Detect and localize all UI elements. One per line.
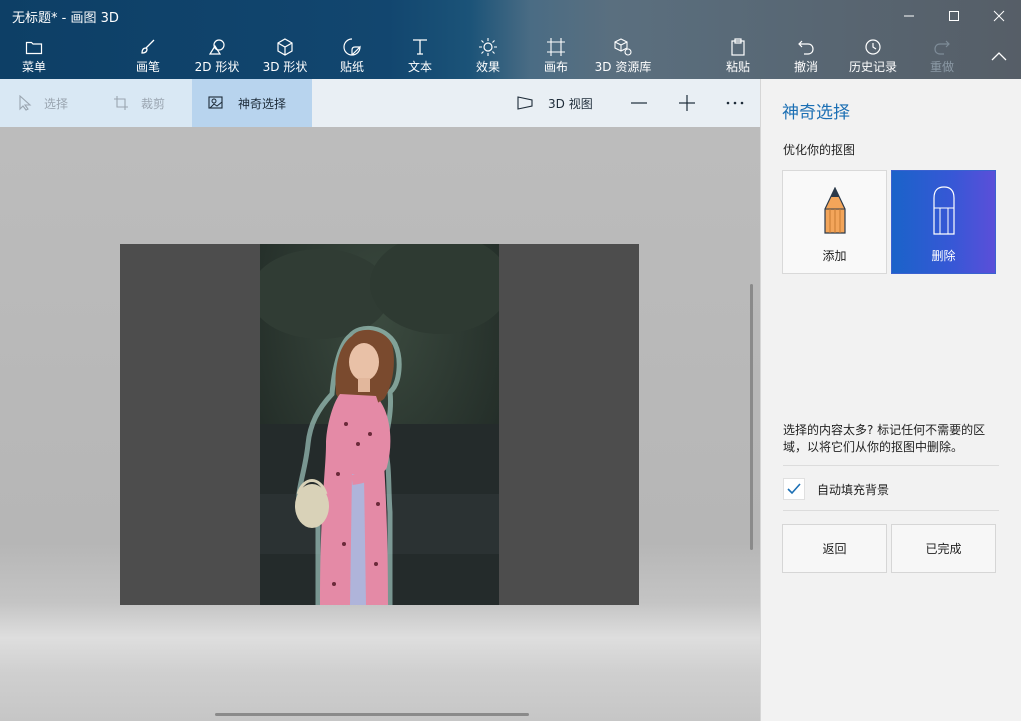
- canvas-icon: [546, 36, 566, 58]
- maximize-icon: [949, 11, 959, 21]
- shapes3d-label: 3D 形状: [262, 60, 308, 74]
- text-icon: [410, 36, 430, 58]
- history-button[interactable]: 历史记录: [846, 36, 900, 76]
- library-3d-icon: [613, 36, 633, 58]
- history-label: 历史记录: [848, 60, 897, 74]
- cursor-icon: [18, 95, 32, 111]
- select-tool[interactable]: 选择: [18, 79, 68, 127]
- window-title: 无标题* - 画图 3D: [12, 11, 119, 26]
- history-icon: [863, 36, 883, 58]
- paste-button[interactable]: 粘贴: [721, 36, 755, 76]
- shapes-2d-icon: [207, 36, 227, 58]
- magic-select-panel: 神奇选择 优化你的抠图 添加 删除 选择的内容太多? 标记任何不需要的区域，以将…: [760, 79, 1021, 721]
- crop-tool[interactable]: 裁剪: [113, 79, 165, 127]
- paste-icon: [728, 36, 748, 58]
- undo-icon: [796, 36, 816, 58]
- eraser-icon: [932, 185, 956, 237]
- pencil-icon: [823, 185, 847, 237]
- checkmark-icon: [787, 483, 801, 495]
- tool-3d-shapes[interactable]: 3D 形状: [261, 36, 309, 76]
- add-button[interactable]: 添加: [782, 170, 887, 274]
- cube-icon: [275, 36, 295, 58]
- photo-image[interactable]: [260, 244, 499, 605]
- sun-icon: [478, 36, 498, 58]
- magic-select-tool[interactable]: 神奇选择: [192, 79, 312, 127]
- autofill-label: 自动填充背景: [817, 482, 890, 497]
- more-button[interactable]: [726, 79, 744, 127]
- zoom-out-button[interactable]: [630, 79, 648, 127]
- menu-button[interactable]: 菜单: [18, 36, 50, 76]
- woman-portrait-image: [260, 244, 499, 605]
- back-button[interactable]: 返回: [782, 524, 887, 573]
- collapse-toolbar-button[interactable]: [976, 44, 1021, 68]
- remove-button[interactable]: 删除: [891, 170, 996, 274]
- autofill-checkbox-row[interactable]: 自动填充背景: [783, 478, 889, 500]
- effects-label: 效果: [475, 60, 500, 74]
- app-header: 无标题* - 画图 3D 菜单 画笔 2D 形状 3D 形状 贴纸 文本 效果 …: [0, 0, 1021, 79]
- tool-brushes[interactable]: 画笔: [128, 36, 168, 76]
- stickers-label: 贴纸: [339, 60, 364, 74]
- minimize-button[interactable]: [886, 4, 932, 28]
- divider: [783, 465, 999, 466]
- text-label: 文本: [407, 60, 432, 74]
- redo-button[interactable]: 重做: [925, 36, 959, 76]
- shapes2d-label: 2D 形状: [194, 60, 240, 74]
- crop-label: 裁剪: [141, 96, 166, 111]
- chevron-up-icon: [991, 52, 1007, 61]
- tool-3d-library[interactable]: 3D 资源库: [594, 36, 652, 76]
- tool-stickers[interactable]: 贴纸: [335, 36, 369, 76]
- library3d-label: 3D 资源库: [594, 60, 652, 74]
- zoom-in-button[interactable]: [678, 79, 696, 127]
- horizontal-scrollbar[interactable]: [215, 713, 529, 716]
- close-button[interactable]: [976, 4, 1021, 28]
- tool-2d-shapes[interactable]: 2D 形状: [193, 36, 241, 76]
- panel-subtitle: 优化你的抠图: [783, 143, 856, 157]
- folder-icon: [25, 36, 43, 58]
- panel-title: 神奇选择: [782, 103, 850, 123]
- sub-toolbar: 选择 裁剪 神奇选择 3D 视图: [0, 79, 760, 127]
- tool-canvas[interactable]: 画布: [539, 36, 573, 76]
- add-label: 添加: [822, 249, 847, 263]
- more-icon: [726, 101, 744, 105]
- view-3d-label: 3D 视图: [548, 96, 593, 111]
- undo-button[interactable]: 撤消: [789, 36, 823, 76]
- brushes-label: 画笔: [135, 60, 160, 74]
- vertical-scrollbar[interactable]: [750, 284, 753, 550]
- canvas-label: 画布: [543, 60, 568, 74]
- magic-select-label: 神奇选择: [238, 96, 287, 111]
- menu-label: 菜单: [21, 60, 46, 74]
- sticker-icon: [342, 36, 362, 58]
- close-icon: [993, 10, 1005, 22]
- view-3d-button[interactable]: 3D 视图: [516, 79, 593, 127]
- autofill-checkbox[interactable]: [783, 478, 805, 500]
- canvas-document[interactable]: [120, 244, 639, 605]
- redo-icon: [932, 36, 952, 58]
- view-3d-icon: [516, 96, 534, 110]
- select-label: 选择: [44, 96, 69, 111]
- paste-label: 粘贴: [725, 60, 750, 74]
- crop-icon: [113, 95, 129, 111]
- panel-hint: 选择的内容太多? 标记任何不需要的区域，以将它们从你的抠图中删除。: [783, 423, 986, 454]
- minus-icon: [631, 102, 647, 104]
- remove-label: 删除: [931, 249, 956, 263]
- tool-text[interactable]: 文本: [403, 36, 437, 76]
- maximize-button[interactable]: [931, 4, 977, 28]
- divider: [783, 510, 999, 511]
- redo-label: 重做: [929, 60, 954, 74]
- undo-label: 撤消: [793, 60, 818, 74]
- magic-select-icon: [208, 96, 224, 110]
- minimize-icon: [904, 15, 914, 17]
- brush-icon: [138, 36, 158, 58]
- plus-icon: [679, 95, 695, 111]
- tool-effects[interactable]: 效果: [471, 36, 505, 76]
- done-button[interactable]: 已完成: [891, 524, 996, 573]
